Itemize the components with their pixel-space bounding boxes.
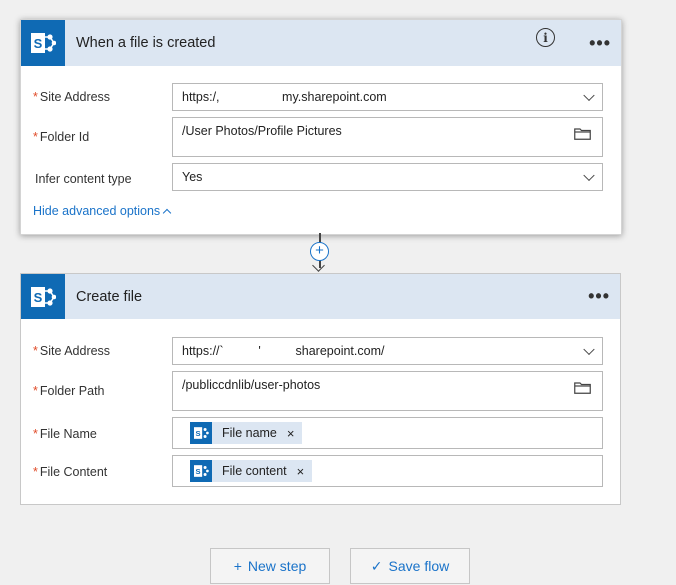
more-options-icon[interactable]: ••• xyxy=(589,20,611,66)
file-name-token[interactable]: S File name × xyxy=(190,422,303,444)
remove-token-icon[interactable]: × xyxy=(287,426,295,441)
create-file-title: Create file xyxy=(76,288,143,305)
folder-picker-icon[interactable] xyxy=(574,128,591,140)
file-name-field[interactable]: S File name × xyxy=(172,417,603,449)
new-step-label: New step xyxy=(247,558,307,574)
folder-id-field[interactable]: /User Photos/Profile Pictures xyxy=(172,117,603,157)
trigger-card-header[interactable]: S When a file is created i ••• xyxy=(21,20,621,66)
trigger-title: When a file is created xyxy=(76,35,216,51)
sharepoint-logo-icon: S xyxy=(190,460,212,482)
folder-path-value: /publiccdnlib/user-photos xyxy=(182,378,321,392)
svg-text:S: S xyxy=(34,36,43,51)
more-options-icon[interactable]: ••• xyxy=(588,274,610,319)
infer-content-type-value: Yes xyxy=(182,170,203,184)
sharepoint-logo-icon: S xyxy=(21,274,65,319)
site-address-value: https:/, my.sharepoint.com xyxy=(182,90,387,104)
trigger-card: S When a file is created i ••• * Site Add… xyxy=(20,19,622,235)
checkmark-icon: ✓ xyxy=(370,557,383,574)
site-address-dropdown[interactable]: https:/, my.sharepoint.com xyxy=(172,83,603,111)
token-label: File content xyxy=(222,464,287,478)
file-content-token[interactable]: S File content × xyxy=(190,460,313,482)
file-content-label: * File Content xyxy=(33,465,108,479)
hide-advanced-options-link[interactable]: Hide advanced options xyxy=(33,204,172,218)
folder-id-label: * Folder Id xyxy=(33,130,90,144)
site-address-label: * Site Address xyxy=(33,344,111,358)
site-address-dropdown[interactable]: https://` ' sharepoint.com/ xyxy=(172,337,603,365)
sharepoint-logo-icon: S xyxy=(21,20,65,66)
chevron-down-icon xyxy=(583,343,595,356)
folder-id-value: /User Photos/Profile Pictures xyxy=(182,124,342,138)
site-address-value: https://` ' sharepoint.com/ xyxy=(182,344,385,358)
save-flow-button[interactable]: ✓ Save flow xyxy=(350,548,470,584)
infer-content-type-dropdown[interactable]: Yes xyxy=(172,163,603,191)
svg-text:S: S xyxy=(196,429,201,438)
remove-token-icon[interactable]: × xyxy=(297,464,305,479)
chevron-down-icon xyxy=(583,89,595,102)
token-label: File name xyxy=(222,426,277,440)
insert-step-button[interactable]: + xyxy=(310,242,329,261)
chevron-up-icon xyxy=(162,208,172,218)
file-name-label: * File Name xyxy=(33,427,97,441)
site-address-label: * Site Address xyxy=(33,90,111,104)
sharepoint-logo-icon: S xyxy=(190,422,212,444)
create-file-card-header[interactable]: S Create file ••• xyxy=(21,274,620,319)
save-flow-label: Save flow xyxy=(388,558,450,574)
svg-text:S: S xyxy=(196,467,201,476)
new-step-button[interactable]: + New step xyxy=(210,548,330,584)
file-content-field[interactable]: S File content × xyxy=(172,455,603,487)
create-file-card: S Create file ••• * Site Address https://… xyxy=(20,273,621,505)
svg-text:S: S xyxy=(34,290,43,305)
chevron-down-icon xyxy=(583,169,595,182)
plus-icon: + xyxy=(233,558,242,574)
arrow-down-icon xyxy=(312,259,325,272)
infer-content-type-label: Infer content type xyxy=(35,172,132,186)
folder-path-field[interactable]: /publiccdnlib/user-photos xyxy=(172,371,603,411)
folder-path-label: * Folder Path xyxy=(33,384,105,398)
folder-picker-icon[interactable] xyxy=(574,382,591,394)
info-icon[interactable]: i xyxy=(536,28,555,47)
